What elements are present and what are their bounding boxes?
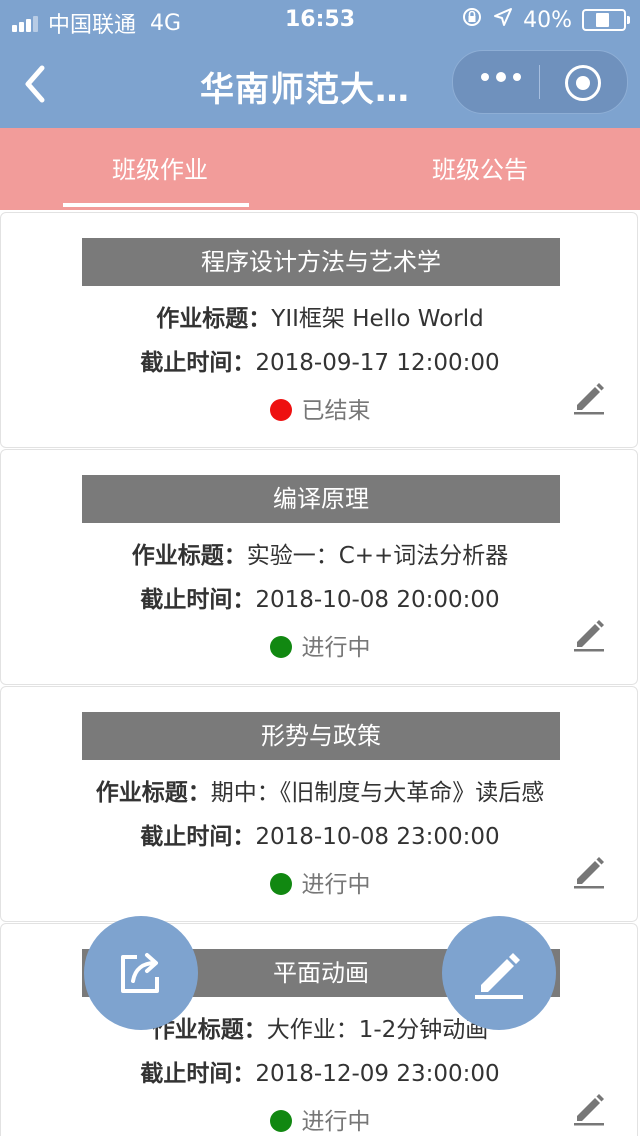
deadline-row: 截止时间：2018-10-08 23:00:00 [1, 817, 639, 851]
title-label: 作业标题： [95, 780, 211, 806]
tab-bar: 班级作业 班级公告 [0, 128, 640, 210]
assignment-title: YII框架 Hello World [271, 306, 484, 332]
assignment-title-row: 作业标题：实验一：C++词法分析器 [1, 536, 639, 570]
title-label: 作业标题： [131, 543, 247, 569]
deadline-label: 截止时间： [140, 1061, 256, 1087]
page-title: 华南师范大… [200, 70, 410, 110]
deadline-value: 2018-12-09 23:00:00 [255, 1061, 500, 1087]
pencil-icon [574, 383, 604, 415]
status-text: 已结束 [301, 398, 371, 424]
status-dot-icon [269, 873, 292, 895]
capsule-divider [539, 65, 540, 99]
status-text: 进行中 [301, 1109, 371, 1135]
location-icon [493, 7, 513, 33]
title-label: 作业标题： [156, 306, 272, 332]
active-tab-indicator [63, 203, 249, 207]
deadline-label: 截止时间： [140, 350, 256, 376]
status-bar: 中国联通 4G 16:53 40% [0, 0, 640, 40]
edit-button[interactable] [571, 616, 607, 652]
status-badge: 已结束 [1, 391, 639, 425]
pencil-icon [574, 620, 604, 652]
status-badge: 进行中 [1, 865, 639, 899]
deadline-row: 截止时间：2018-10-08 20:00:00 [1, 580, 639, 614]
deadline-label: 截止时间： [140, 824, 256, 850]
pencil-icon [574, 857, 604, 889]
course-name: 形势与政策 [82, 712, 560, 760]
deadline-label: 截止时间： [140, 587, 256, 613]
deadline-value: 2018-10-08 23:00:00 [255, 824, 500, 850]
assignment-title: 期中：《旧制度与大革命》读后感 [210, 780, 545, 806]
edit-fab-button[interactable] [442, 916, 556, 1030]
deadline-value: 2018-10-08 20:00:00 [255, 587, 500, 613]
deadline-row: 截止时间：2018-12-09 23:00:00 [1, 1054, 639, 1088]
status-dot-icon [269, 636, 292, 658]
status-badge: 进行中 [1, 1102, 639, 1136]
pencil-icon [475, 953, 523, 999]
status-text: 进行中 [301, 635, 371, 661]
status-text: 进行中 [301, 872, 371, 898]
chevron-left-icon [25, 65, 45, 103]
battery-icon [582, 9, 630, 31]
assignment-card[interactable]: 程序设计方法与艺术学 作业标题：YII框架 Hello World 截止时间：2… [0, 212, 638, 448]
share-fab-button[interactable] [84, 916, 198, 1030]
pencil-icon [574, 1094, 604, 1126]
assignment-title: 实验一：C++词法分析器 [246, 543, 509, 569]
assignment-title-row: 作业标题：期中：《旧制度与大革命》读后感 [1, 773, 639, 807]
share-icon [121, 953, 159, 993]
assignment-card[interactable]: 形势与政策 作业标题：期中：《旧制度与大革命》读后感 截止时间：2018-10-… [0, 686, 638, 922]
status-dot-icon [269, 399, 292, 421]
edit-button[interactable] [571, 1090, 607, 1126]
miniprogram-capsule [452, 50, 628, 114]
rotation-lock-icon [461, 6, 483, 34]
edit-button[interactable] [571, 379, 607, 415]
assignment-card[interactable]: 编译原理 作业标题：实验一：C++词法分析器 截止时间：2018-10-08 2… [0, 449, 638, 685]
status-badge: 进行中 [1, 628, 639, 662]
deadline-value: 2018-09-17 12:00:00 [255, 350, 500, 376]
target-circle-icon[interactable] [565, 65, 601, 101]
tab-class-notice[interactable]: 班级公告 [432, 150, 528, 185]
battery-percent: 40% [523, 7, 572, 33]
course-name: 编译原理 [82, 475, 560, 523]
deadline-row: 截止时间：2018-09-17 12:00:00 [1, 343, 639, 377]
navigation-bar: 华南师范大… [0, 40, 640, 128]
edit-button[interactable] [571, 853, 607, 889]
status-dot-icon [269, 1110, 292, 1132]
back-button[interactable] [16, 62, 56, 106]
assignment-title: 大作业：1-2分钟动画 [266, 1017, 489, 1043]
tab-class-homework[interactable]: 班级作业 [112, 150, 208, 185]
assignment-title-row: 作业标题：大作业：1-2分钟动画 [1, 1010, 639, 1044]
assignment-title-row: 作业标题：YII框架 Hello World [1, 299, 639, 333]
more-dots-icon[interactable] [481, 72, 528, 82]
course-name: 程序设计方法与艺术学 [82, 238, 560, 286]
status-right: 40% [451, 6, 630, 34]
